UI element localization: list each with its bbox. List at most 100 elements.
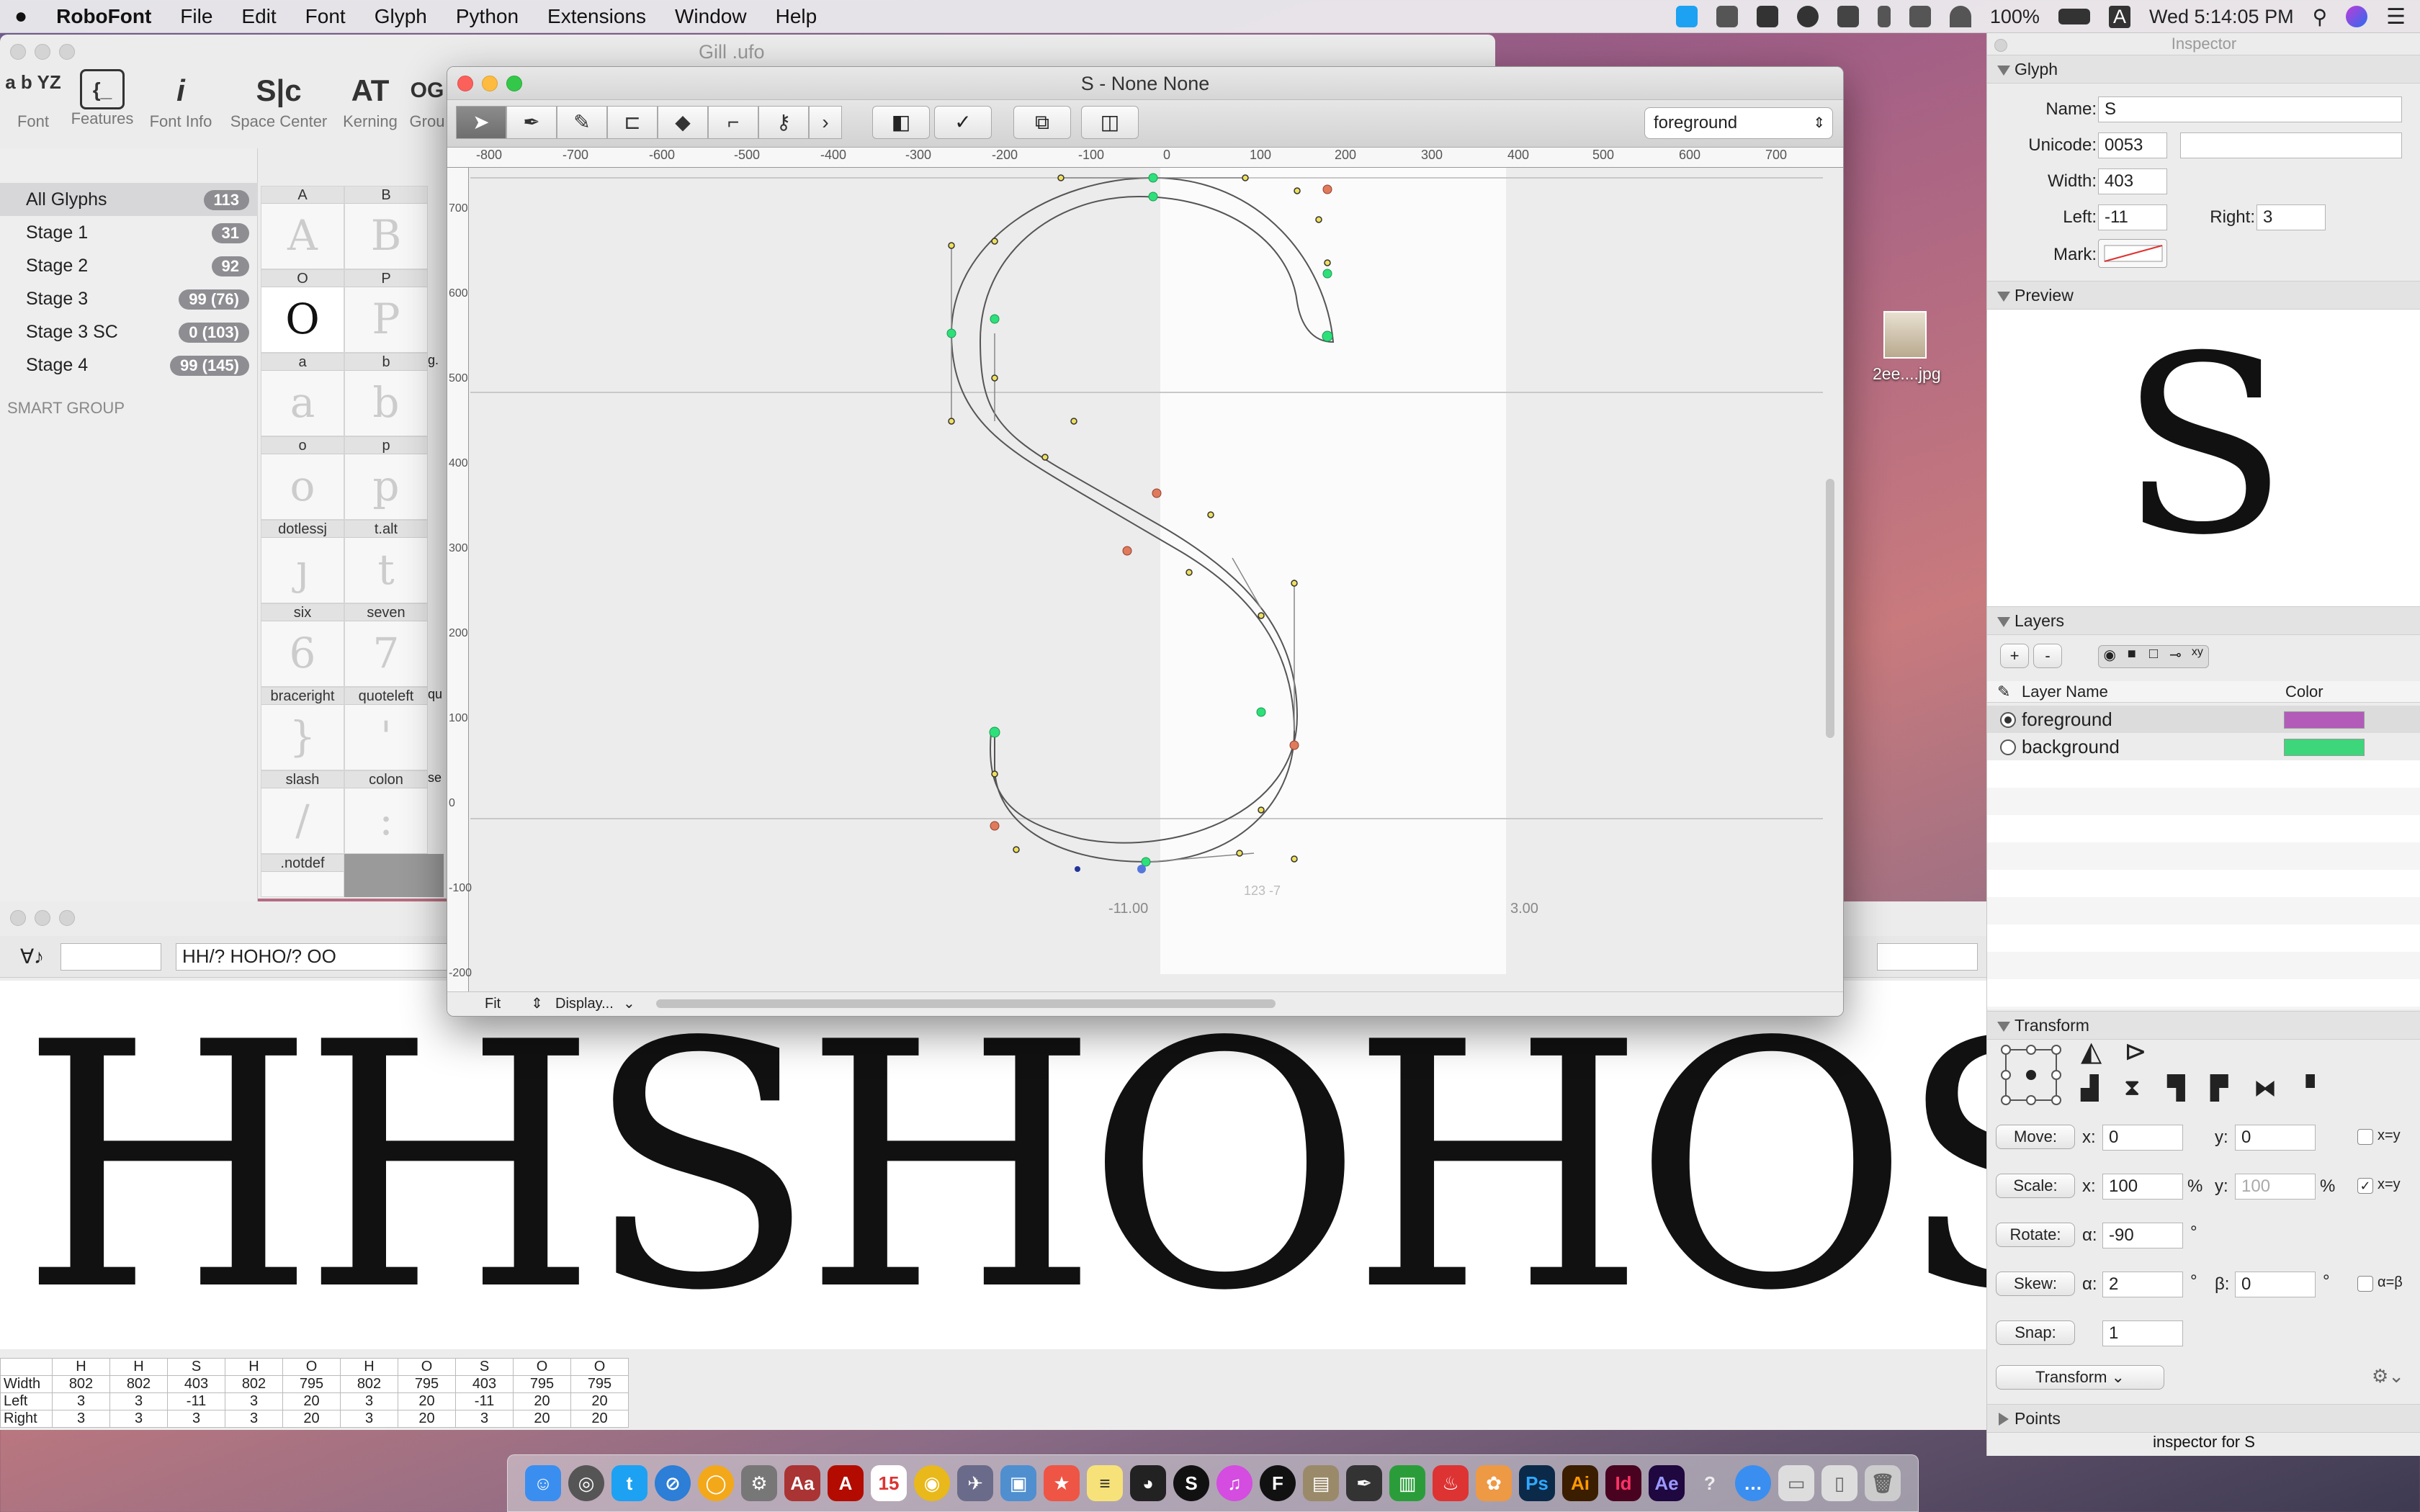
stroke-icon[interactable]: □: [2143, 646, 2164, 667]
metrics-left[interactable]: 3: [340, 1392, 398, 1410]
remove-layer-button[interactable]: -: [2033, 644, 2062, 668]
toolbar-groups[interactable]: OG Grou: [408, 69, 447, 131]
toolbar-kerning[interactable]: AT Kerning: [334, 69, 406, 131]
layer-active-radio[interactable]: [2000, 739, 2016, 755]
safari-icon[interactable]: ⊘: [655, 1465, 691, 1501]
after-effects-icon[interactable]: Ae: [1649, 1465, 1685, 1501]
align-vcenter-icon[interactable]: ⧗: [2124, 1074, 2140, 1102]
preview-icon[interactable]: ▣: [1000, 1465, 1036, 1501]
illustrator-icon[interactable]: Ai: [1562, 1465, 1598, 1501]
close-button[interactable]: [10, 44, 26, 60]
size-input[interactable]: [1877, 943, 1978, 971]
menu-extensions[interactable]: Extensions: [533, 5, 660, 28]
move-y-field[interactable]: 0: [2235, 1125, 2316, 1151]
menu-edit[interactable]: Edit: [227, 5, 290, 28]
chrome-icon[interactable]: ◉: [914, 1465, 950, 1501]
align-hcenter-icon[interactable]: ⧓: [2254, 1074, 2277, 1102]
minimize-button[interactable]: [35, 910, 50, 926]
metrics-glyph[interactable]: O: [513, 1358, 571, 1376]
metrics-right[interactable]: 20: [398, 1410, 456, 1428]
fontlab-icon[interactable]: F: [1260, 1465, 1296, 1501]
smart-set-stage-3[interactable]: Stage 3 99 (76): [0, 282, 258, 315]
layer-active-radio[interactable]: [2000, 712, 2016, 728]
snap-field[interactable]: 1: [2102, 1320, 2183, 1346]
menu-font[interactable]: Font: [291, 5, 360, 28]
menu-glyph[interactable]: Glyph: [360, 5, 442, 28]
skew-ab-checkbox[interactable]: [2357, 1276, 2373, 1292]
glyph-cell[interactable]: aa: [261, 353, 344, 436]
pointer-tool-icon[interactable]: ➤: [456, 106, 506, 139]
metrics-glyph[interactable]: H: [225, 1358, 283, 1376]
metrics-right[interactable]: 3: [109, 1410, 168, 1428]
metrics-right[interactable]: 3: [225, 1410, 283, 1428]
metrics-glyph[interactable]: H: [52, 1358, 110, 1376]
metrics-left[interactable]: 3: [52, 1392, 110, 1410]
metrics-left[interactable]: 20: [513, 1392, 571, 1410]
vertical-scrollbar[interactable]: [1826, 479, 1834, 738]
transform-section-header[interactable]: Transform: [1987, 1011, 2420, 1040]
numbers-icon[interactable]: ▥: [1389, 1465, 1425, 1501]
menu-file[interactable]: File: [166, 5, 227, 28]
glyph-cell[interactable]: slash /: [261, 770, 344, 854]
siri-icon[interactable]: ◎: [568, 1465, 604, 1501]
glyph-name-field[interactable]: S: [2098, 96, 2402, 122]
calendar-icon[interactable]: 15: [871, 1465, 907, 1501]
metrics-width[interactable]: 403: [167, 1375, 225, 1393]
acrobat-icon[interactable]: A: [828, 1465, 864, 1501]
help-icon[interactable]: ?: [1692, 1465, 1728, 1501]
metrics-glyph[interactable]: O: [282, 1358, 341, 1376]
add-layer-button[interactable]: +: [2000, 644, 2029, 668]
metrics-left[interactable]: 3: [109, 1392, 168, 1410]
glyph-cell[interactable]: quoteleft ': [344, 687, 428, 770]
bluetooth-icon[interactable]: [1877, 6, 1891, 27]
glyph-cell[interactable]: dotlessj ȷ: [261, 520, 344, 603]
corner-tool-icon[interactable]: ⌐: [708, 106, 758, 139]
skew-beta-field[interactable]: 0: [2235, 1272, 2316, 1297]
robofont-icon[interactable]: S: [1173, 1465, 1209, 1501]
metrics-glyph[interactable]: O: [570, 1358, 629, 1376]
metrics-right[interactable]: 20: [282, 1410, 341, 1428]
move-button[interactable]: Move:: [1996, 1125, 2075, 1149]
smart-set-stage-3-sc[interactable]: Stage 3 SC 0 (103): [0, 315, 258, 348]
scale-x-field[interactable]: 100: [2102, 1174, 2183, 1200]
metrics-glyph[interactable]: H: [109, 1358, 168, 1376]
glyph-cell[interactable]: pp: [344, 436, 428, 520]
unicode-extra-field[interactable]: [2180, 132, 2402, 158]
glyph-name-input[interactable]: [60, 943, 161, 971]
metrics-left[interactable]: 20: [398, 1392, 456, 1410]
metrics-right[interactable]: 3: [52, 1410, 110, 1428]
align-left-icon[interactable]: ▛: [2210, 1074, 2228, 1102]
itunes-icon[interactable]: ♫: [1216, 1465, 1252, 1501]
inkscape-icon[interactable]: ✒: [1346, 1465, 1382, 1501]
metrics-glyph[interactable]: S: [167, 1358, 225, 1376]
notes-icon[interactable]: ≡: [1087, 1465, 1123, 1501]
metrics-glyph[interactable]: O: [398, 1358, 456, 1376]
points-section-header[interactable]: Points: [1987, 1404, 2420, 1433]
system-preferences-icon[interactable]: ⚙: [741, 1465, 777, 1501]
metrics-left[interactable]: 20: [570, 1392, 629, 1410]
reeder-icon[interactable]: ★: [1044, 1465, 1080, 1501]
points-icon[interactable]: ⊸: [2164, 646, 2186, 667]
text-direction-icon[interactable]: ∀♪: [20, 945, 44, 968]
metrics-width[interactable]: 802: [52, 1375, 110, 1393]
left-margin-field[interactable]: -11: [2098, 204, 2167, 230]
bookmark-icon[interactable]: [1756, 6, 1778, 27]
layer-row-foreground[interactable]: foreground: [1987, 706, 2420, 733]
metrics-width[interactable]: 802: [109, 1375, 168, 1393]
dictionary-icon[interactable]: Aa: [784, 1465, 820, 1501]
glyph-cell[interactable]: six 6: [261, 603, 344, 687]
mark-color-well[interactable]: [2098, 239, 2167, 268]
flag-icon[interactable]: [1716, 6, 1738, 27]
metrics-left[interactable]: -11: [167, 1392, 225, 1410]
metrics-right[interactable]: 3: [340, 1410, 398, 1428]
toolbar-font-info[interactable]: i Font Info: [141, 69, 220, 131]
metrics-right[interactable]: 20: [513, 1410, 571, 1428]
glyph-cell[interactable]: oo: [261, 436, 344, 520]
horizontal-scrollbar[interactable]: [656, 999, 1276, 1008]
twitter-icon[interactable]: [1675, 6, 1698, 27]
metrics-right[interactable]: 3: [167, 1410, 225, 1428]
flip-vertical-icon[interactable]: ⊳: [2124, 1035, 2147, 1068]
layer-color-swatch[interactable]: [2284, 711, 2365, 729]
rotate-button[interactable]: Rotate:: [1996, 1223, 2075, 1247]
metrics-glyph[interactable]: S: [455, 1358, 514, 1376]
